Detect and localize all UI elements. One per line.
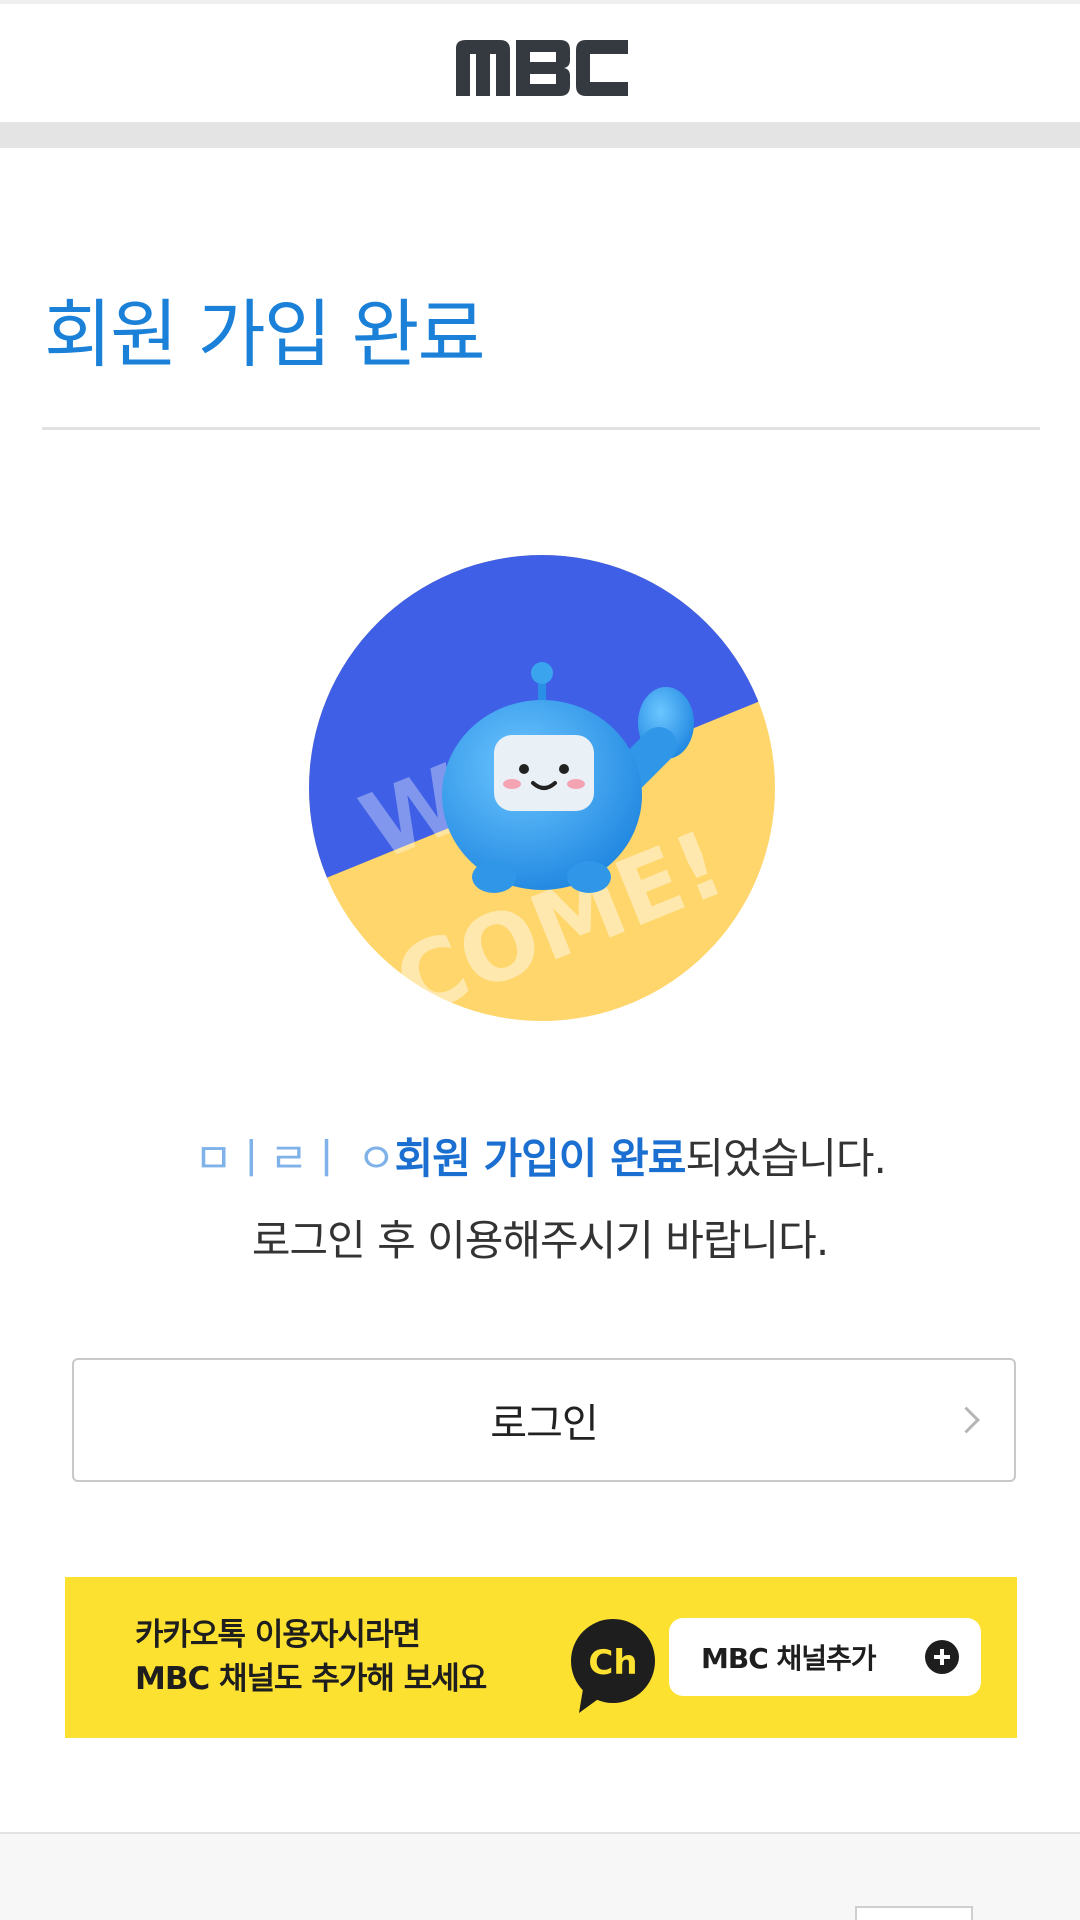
add-channel-button[interactable]: MBC 채널추가: [669, 1618, 981, 1696]
user-name: ㅁㅣㄹㅣ ㅇ: [194, 1134, 396, 1183]
message-line1-suffix: 되었습니다.: [685, 1134, 887, 1183]
login-button-label: 로그인: [490, 1401, 598, 1447]
footer-panel: [0, 1832, 1080, 1920]
login-button[interactable]: 로그인: [72, 1358, 1016, 1482]
chevron-right-icon: [953, 1406, 980, 1434]
add-channel-label: MBC 채널추가: [701, 1642, 877, 1675]
kakao-channel-banner: 카카오톡 이용자시라면 MBC 채널도 추가해 보세요 Ch MBC 채널추가: [65, 1577, 1017, 1738]
message-line-1: ㅁㅣㄹㅣ ㅇ회원 가입이 완료되었습니다.: [0, 1118, 1080, 1200]
title-divider: [42, 427, 1040, 430]
kakao-channel-icon: Ch: [571, 1619, 655, 1713]
header-divider: [0, 122, 1080, 148]
message-line-2: 로그인 후 이용해주시기 바랍니다.: [251, 1216, 829, 1265]
plus-circle-icon: [925, 1640, 959, 1674]
mbc-logo[interactable]: [456, 40, 628, 96]
kakao-line-1: 카카오톡 이용자시라면: [135, 1617, 421, 1653]
channel-icon-text: Ch: [588, 1643, 637, 1683]
message-highlight: 회원 가입이 완료: [394, 1134, 687, 1183]
kakao-line-2: MBC 채널도 추가해 보세요: [135, 1661, 487, 1697]
kakao-banner-text: 카카오톡 이용자시라면 MBC 채널도 추가해 보세요: [135, 1613, 487, 1701]
footer-button[interactable]: [855, 1906, 973, 1920]
header: [0, 0, 1080, 122]
page-title: 회원 가입 완료: [44, 292, 486, 378]
welcome-character-badge: WEL- COME!: [309, 555, 775, 1021]
completion-message: ㅁㅣㄹㅣ ㅇ회원 가입이 완료되었습니다. 로그인 후 이용해주시기 바랍니다.: [0, 1118, 1080, 1282]
